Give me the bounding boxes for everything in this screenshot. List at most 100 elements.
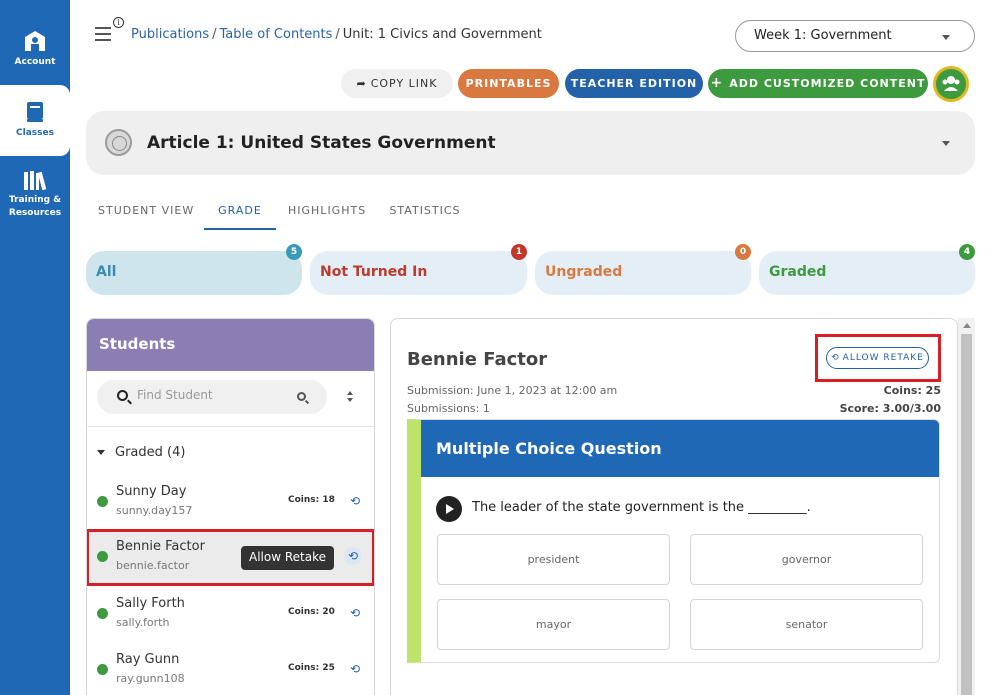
student-username: bennie.factor (116, 559, 190, 572)
submission-count: Submissions: 1 (407, 402, 490, 415)
account-icon (25, 31, 45, 51)
retake-icon[interactable]: ⟲ (346, 660, 364, 678)
student-row-selected[interactable]: Bennie Factor bennie.factor Allow Retake… (87, 529, 374, 586)
users-icon (942, 76, 960, 91)
students-panel: Students Graded (4) Sunny Day sunny.day1… (86, 318, 375, 695)
student-name: Sunny Day (116, 484, 187, 499)
group-avatar-button[interactable] (933, 66, 969, 102)
allow-retake-tooltip: Allow Retake (241, 546, 334, 570)
student-username: ray.gunn108 (116, 672, 185, 685)
tab-highlights[interactable]: HIGHLIGHTS (288, 194, 365, 230)
filter-all-count: 5 (286, 244, 302, 260)
status-dot (97, 608, 108, 619)
week-select[interactable]: Week 1: Government (735, 20, 975, 52)
library-icon (24, 171, 47, 190)
nav-training-resources[interactable]: Training & Resources (0, 170, 70, 220)
submission-score: Score: 3.00/3.00 (839, 402, 941, 415)
choice-option: senator (690, 599, 923, 650)
student-username: sally.forth (116, 616, 170, 629)
student-row[interactable]: Sunny Day sunny.day157 Coins: 18 ⟲ (87, 474, 374, 530)
filter-all[interactable]: All 5 (86, 244, 302, 295)
plus-icon: + (710, 75, 724, 91)
nav-account-label: Account (14, 57, 56, 67)
tab-grade[interactable]: GRADE (204, 194, 276, 230)
retake-icon[interactable]: ⟲ (346, 492, 364, 510)
breadcrumb-publications[interactable]: Publications (131, 27, 209, 42)
chevron-down-icon (942, 141, 950, 146)
week-select-value: Week 1: Government (754, 28, 892, 43)
caret-down-icon (97, 450, 105, 455)
teacher-edition-button[interactable]: TEACHER EDITION (565, 69, 703, 98)
student-search (97, 380, 327, 414)
allow-retake-button[interactable]: ⟲ ALLOW RETAKE (826, 347, 929, 369)
student-coins: Coins: 25 (288, 663, 335, 673)
copy-link-button[interactable]: ➦ COPY LINK (341, 69, 453, 98)
group-graded-toggle[interactable]: Graded (4) (97, 445, 185, 460)
side-navigation: Account Classes Training & Resources (0, 0, 70, 695)
filter-ungraded-label: Ungraded (545, 264, 623, 280)
filter-graded[interactable]: Graded 4 (759, 244, 975, 295)
allow-retake-highlight: ⟲ ALLOW RETAKE (815, 334, 941, 382)
nav-account[interactable]: Account (0, 30, 70, 69)
student-search-input[interactable] (137, 388, 287, 402)
nav-classes-label: Classes (16, 128, 54, 138)
search-icon (117, 390, 128, 401)
filter-graded-count: 4 (959, 244, 975, 260)
article-selector[interactable]: Article 1: United States Government (86, 111, 975, 175)
sort-icon[interactable] (347, 391, 355, 403)
student-row[interactable]: Sally Forth sally.forth Coins: 20 ⟲ (87, 586, 374, 642)
divider (87, 426, 374, 427)
tab-statistics[interactable]: STATISTICS (389, 194, 461, 230)
add-customized-content-button[interactable]: + ADD CUSTOMIZED CONTENT (708, 69, 928, 98)
retake-icon[interactable]: ⟲ (346, 604, 364, 622)
choice-option: president (437, 534, 670, 585)
retake-icon[interactable]: ⟲ (344, 547, 362, 565)
submission-coins: Coins: 25 (883, 384, 941, 397)
filter-graded-label: Graded (769, 264, 827, 280)
student-coins: Coins: 20 (288, 607, 335, 617)
seal-icon (105, 129, 132, 156)
filter-ungraded[interactable]: Ungraded 0 (535, 244, 751, 295)
printables-button[interactable]: PRINTABLES (458, 69, 559, 98)
filter-ungraded-count: 0 (735, 244, 751, 260)
article-title: Article 1: United States Government (147, 133, 496, 153)
student-name: Ray Gunn (116, 652, 180, 667)
submission-student-name: Bennie Factor (407, 349, 548, 370)
submission-date: Submission: June 1, 2023 at 12:00 am (407, 384, 618, 397)
student-name: Sally Forth (116, 596, 185, 611)
filter-not-turned-in-label: Not Turned In (320, 264, 428, 280)
question-card: Multiple Choice Question The leader of t… (407, 419, 940, 663)
menu-icon[interactable] (95, 27, 111, 41)
chevron-down-icon (942, 35, 950, 40)
status-dot (97, 551, 108, 562)
choice-option: mayor (437, 599, 670, 650)
book-icon (27, 102, 43, 122)
status-dot (97, 664, 108, 675)
info-icon[interactable]: i (113, 17, 124, 28)
nav-training-label: Training & Resources (8, 195, 62, 218)
scroll-up-arrow-icon[interactable] (963, 323, 971, 328)
search-submit-icon[interactable] (297, 392, 306, 401)
filter-not-turned-in-count: 1 (511, 244, 527, 260)
play-audio-icon[interactable] (436, 496, 462, 522)
breadcrumb-current: Unit: 1 Civics and Government (342, 27, 542, 42)
students-title: Students (87, 319, 374, 371)
scroll-thumb[interactable] (961, 334, 972, 695)
nav-classes[interactable]: Classes (0, 85, 70, 156)
question-text: The leader of the state government is th… (472, 500, 811, 515)
status-dot (97, 496, 108, 507)
filter-all-label: All (96, 264, 117, 280)
scrollbar[interactable] (958, 318, 975, 695)
question-heading: Multiple Choice Question (421, 420, 939, 477)
choice-option: governor (690, 534, 923, 585)
breadcrumb: Publications / Table of Contents / Unit: 1 C… (131, 27, 542, 42)
student-row[interactable]: Ray Gunn ray.gunn108 Coins: 25 ⟲ (87, 642, 374, 695)
filter-not-turned-in[interactable]: Not Turned In 1 (310, 244, 527, 295)
submission-panel: Bennie Factor ⟲ ALLOW RETAKE Submission: … (390, 318, 958, 695)
retake-icon: ⟲ (831, 353, 840, 363)
student-name: Bennie Factor (116, 539, 205, 554)
tab-student-view[interactable]: STUDENT VIEW (98, 194, 193, 230)
breadcrumb-table-of-contents[interactable]: Table of Contents (220, 27, 333, 42)
app-root: Account Classes Training & Resources i P… (0, 0, 988, 695)
student-username: sunny.day157 (116, 504, 193, 517)
